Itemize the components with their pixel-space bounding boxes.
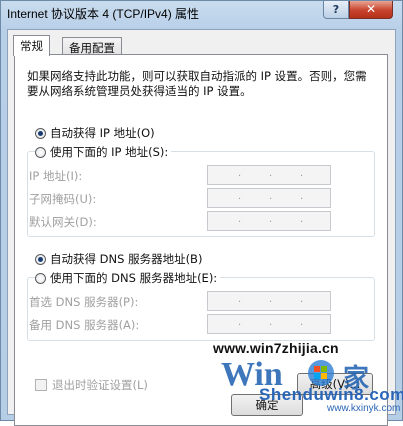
radio-manual-dns[interactable]: 使用下面的 DNS 服务器地址(E): [35, 270, 221, 286]
radio-auto-ip-label: 自动获得 IP 地址(O) [50, 126, 155, 140]
watermark-url: www.win7zhijia.cn [213, 340, 339, 356]
title-bar[interactable]: Internet 协议版本 4 (TCP/IPv4) 属性 ? ✕ [1, 1, 402, 29]
watermark-site: Shenduwin8.com [259, 385, 403, 404]
radio-manual-ip[interactable]: 使用下面的 IP 地址(S): [35, 144, 172, 160]
ip-address-label: IP 地址(I): [29, 169, 83, 183]
radio-button-icon [35, 272, 46, 284]
watermark-sub: www.kxinyk.com [327, 403, 401, 414]
radio-button-icon [35, 253, 46, 265]
preferred-dns-input[interactable]: ... [207, 291, 331, 311]
alternate-dns-label: 备用 DNS 服务器(A): [29, 318, 140, 332]
radio-auto-dns[interactable]: 自动获得 DNS 服务器地址(B) [35, 251, 202, 267]
radio-manual-ip-label: 使用下面的 IP 地址(S): [50, 145, 169, 159]
alternate-dns-input[interactable]: ... [207, 314, 331, 334]
radio-auto-ip[interactable]: 自动获得 IP 地址(O) [35, 125, 155, 141]
description-text: 如果网络支持此功能，则可以获取自动指派的 IP 设置。否则，您需要从网络系统管理… [27, 69, 367, 98]
radio-button-icon [35, 127, 46, 139]
help-button[interactable]: ? [323, 1, 349, 19]
subnet-mask-input[interactable]: ... [207, 188, 331, 208]
tab-general[interactable]: 常规 [13, 35, 50, 56]
preferred-dns-label: 首选 DNS 服务器(P): [29, 295, 139, 309]
window-title: Internet 协议版本 4 (TCP/IPv4) 属性 [7, 7, 200, 21]
ip-address-input[interactable]: ... [207, 165, 331, 185]
subnet-mask-label: 子网掩码(U): [29, 192, 97, 206]
radio-manual-dns-label: 使用下面的 DNS 服务器地址(E): [50, 271, 218, 285]
validate-settings-checkbox[interactable]: 退出时验证设置(L) [35, 377, 148, 393]
dialog-window: Internet 协议版本 4 (TCP/IPv4) 属性 ? ✕ 常规 备用配… [0, 0, 403, 426]
close-button[interactable]: ✕ [349, 1, 393, 19]
default-gateway-label: 默认网关(D): [29, 215, 97, 229]
default-gateway-input[interactable]: ... [207, 211, 331, 231]
radio-auto-dns-label: 自动获得 DNS 服务器地址(B) [50, 252, 203, 266]
validate-settings-label: 退出时验证设置(L) [52, 378, 148, 392]
radio-button-icon [35, 146, 46, 158]
checkbox-icon [35, 379, 47, 391]
